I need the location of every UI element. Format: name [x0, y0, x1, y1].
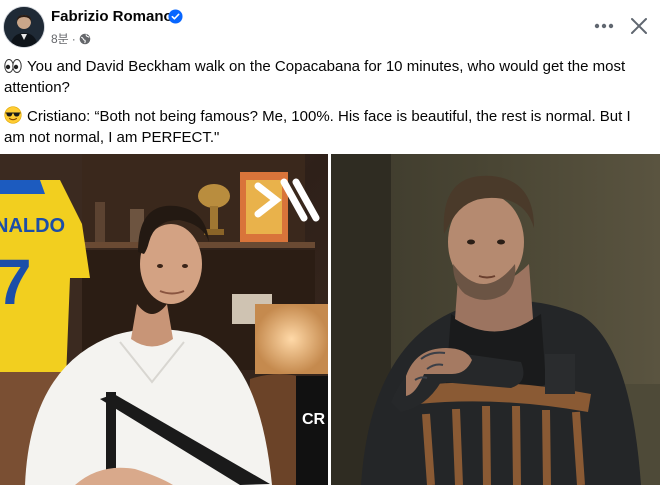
jersey-text: NALDO [0, 215, 65, 237]
post-line-1: You and David Beckham walk on the Copaca… [4, 56, 652, 98]
jersey-number: 7 [0, 246, 32, 318]
close-button[interactable] [625, 12, 653, 40]
close-icon [631, 18, 647, 34]
globe-icon[interactable] [79, 33, 91, 45]
more-options-button[interactable] [590, 12, 618, 40]
sunglasses-emoji [4, 106, 22, 124]
post-meta: 8분 · [51, 30, 91, 47]
photo-beckham-image [331, 154, 660, 485]
post-header: Fabrizio Romano 8분 · [0, 0, 660, 52]
post-timestamp[interactable]: 8분 [51, 30, 69, 47]
meta-separator: · [71, 31, 76, 46]
eyes-emoji [4, 59, 22, 73]
photo-beckham[interactable] [331, 154, 660, 485]
post-body: You and David Beckham walk on the Copaca… [4, 56, 652, 156]
author-avatar[interactable] [4, 7, 44, 47]
post-line-2-text: Cristiano: “Both not being famous? Me, 1… [4, 108, 631, 146]
post-line-2: Cristiano: “Both not being famous? Me, 1… [4, 106, 652, 148]
post-line-1-text: You and David Beckham walk on the Copaca… [4, 58, 626, 96]
more-horizontal-icon [594, 23, 614, 29]
mic-watermark: CR [302, 411, 326, 428]
verified-badge-icon [168, 9, 183, 24]
post-media: NALDO 7 CR [0, 154, 660, 485]
photo-cristiano[interactable]: NALDO 7 CR [0, 154, 328, 485]
avatar-image [4, 7, 44, 47]
author-name[interactable]: Fabrizio Romano [51, 8, 173, 25]
photo-cristiano-image: NALDO 7 CR [0, 154, 328, 485]
